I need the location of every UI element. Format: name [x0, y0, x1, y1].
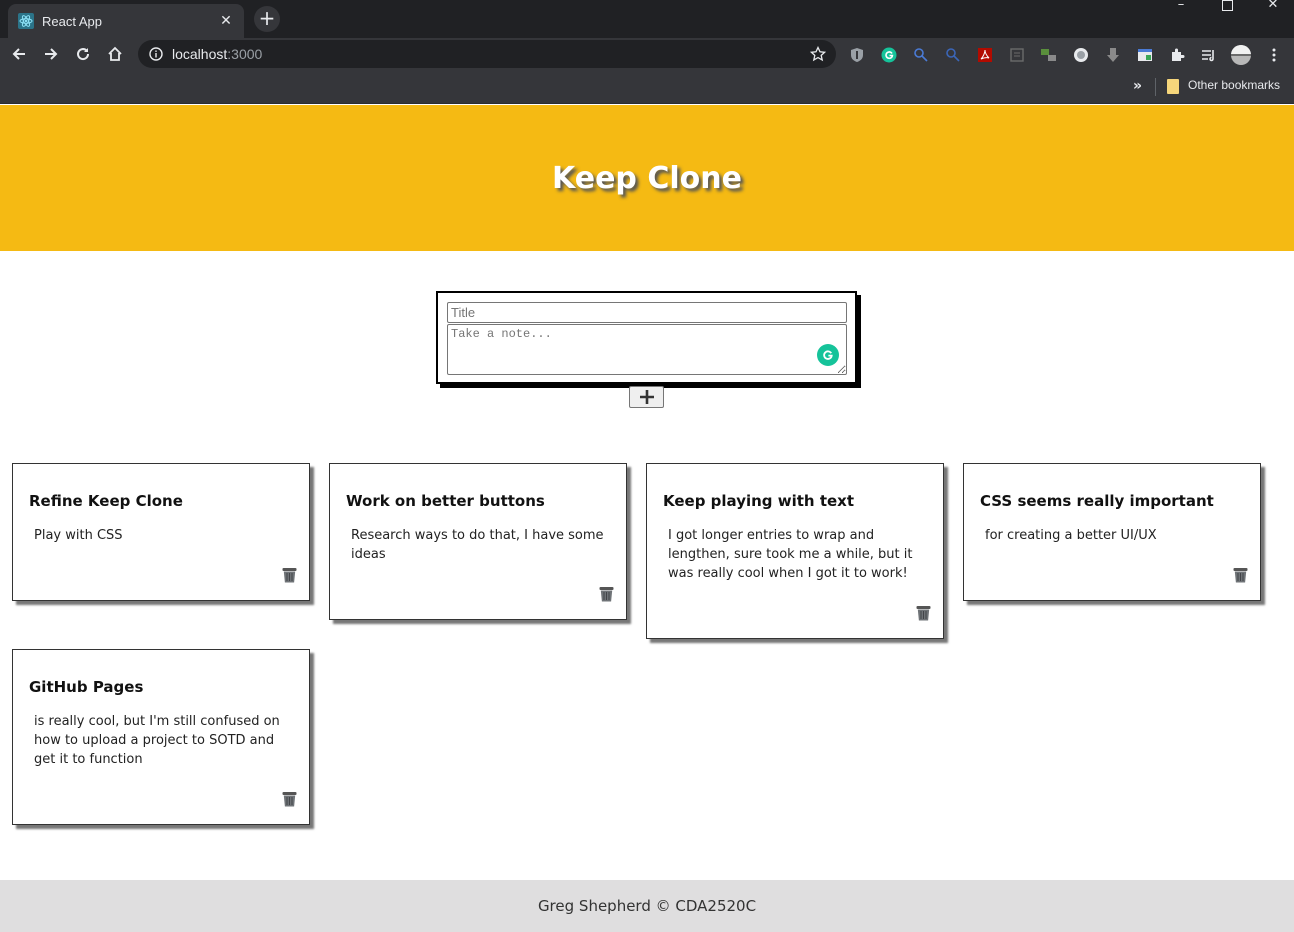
react-icon: [18, 13, 34, 29]
shield-extension-icon[interactable]: [848, 46, 866, 64]
note-card: GitHub Pages is really cool, but I'm sti…: [12, 649, 310, 825]
add-note-button[interactable]: [629, 386, 664, 408]
bookmarks-separator: [1155, 78, 1156, 96]
app-title: Keep Clone: [552, 160, 742, 196]
footer-copyright: Greg Shepherd © CDA2520C: [537, 897, 757, 915]
note-card: Work on better buttons Research ways to …: [329, 463, 627, 620]
create-note-form: [436, 291, 857, 384]
screenshot-extension-icon[interactable]: [1136, 46, 1154, 64]
note-card: Keep playing with text I got longer entr…: [646, 463, 944, 639]
app-header: Keep Clone: [0, 105, 1294, 251]
browser-toolbar: localhost:3000: [0, 38, 1294, 70]
delete-note-button[interactable]: [1232, 566, 1248, 584]
note-title: Work on better buttons: [346, 492, 545, 510]
address-host: localhost: [172, 46, 228, 62]
new-tab-button[interactable]: +: [254, 6, 280, 32]
other-bookmarks-link[interactable]: Other bookmarks: [1188, 78, 1280, 92]
grammarly-extension-icon[interactable]: [880, 46, 898, 64]
note-title: GitHub Pages: [29, 678, 144, 696]
note-content: Research ways to do that, I have some id…: [351, 528, 604, 562]
reading-list-icon[interactable]: [1200, 46, 1218, 64]
trash-icon: [599, 587, 613, 602]
note-content: for creating a better UI/UX: [985, 528, 1157, 543]
record-extension-icon[interactable]: [1072, 46, 1090, 64]
note-title: Keep playing with text: [663, 492, 855, 510]
download-extension-icon[interactable]: [1104, 46, 1122, 64]
grammarly-icon[interactable]: [817, 344, 839, 366]
trash-icon: [1233, 568, 1247, 583]
note-content: Play with CSS: [34, 528, 123, 543]
delete-note-button[interactable]: [281, 790, 297, 808]
trash-icon: [916, 606, 930, 621]
tab-close-icon[interactable]: ✕: [216, 11, 236, 31]
address-port: :3000: [227, 46, 263, 62]
note-title: Refine Keep Clone: [29, 492, 183, 510]
back-arrow-icon[interactable]: [7, 42, 31, 66]
reload-icon[interactable]: [71, 42, 95, 66]
app-footer: Greg Shepherd © CDA2520C: [0, 880, 1294, 932]
forward-arrow-icon[interactable]: [39, 42, 63, 66]
search-extension-icon[interactable]: [912, 46, 930, 64]
note-content: I got longer entries to wrap and lengthe…: [668, 528, 913, 581]
address-bar[interactable]: localhost:3000: [138, 40, 836, 68]
tab-title: React App: [42, 13, 102, 29]
folder-icon: [1167, 79, 1179, 94]
bookmarks-overflow-button[interactable]: »: [1133, 78, 1142, 94]
note-content-textarea[interactable]: [447, 324, 847, 375]
note-content: is really cool, but I'm still confused o…: [34, 714, 280, 767]
note-title: CSS seems really important: [980, 492, 1214, 510]
home-icon[interactable]: [103, 42, 127, 66]
trash-icon: [282, 568, 296, 583]
browser-menu-icon[interactable]: [1265, 46, 1283, 64]
delete-note-button[interactable]: [598, 585, 614, 603]
document-extension-icon[interactable]: [1008, 46, 1026, 64]
trash-icon: [282, 792, 296, 807]
extensions-puzzle-icon[interactable]: [1168, 46, 1186, 64]
close-window-icon[interactable]: ✕: [1253, 0, 1293, 14]
note-card: Refine Keep Clone Play with CSS: [12, 463, 310, 601]
site-info-icon[interactable]: [148, 46, 164, 62]
bookmark-star-icon[interactable]: [809, 45, 827, 62]
delete-note-button[interactable]: [281, 566, 297, 584]
note-title-input[interactable]: [447, 302, 847, 323]
plus-icon: [639, 390, 654, 404]
network-extension-icon[interactable]: [1040, 46, 1058, 64]
profile-avatar-icon[interactable]: [1230, 45, 1252, 65]
minimize-window-icon[interactable]: –: [1161, 0, 1201, 14]
note-card: CSS seems really important for creating …: [963, 463, 1261, 601]
maximize-window-icon[interactable]: [1207, 0, 1247, 14]
delete-note-button[interactable]: [915, 604, 931, 622]
pdf-extension-icon[interactable]: [976, 46, 994, 64]
bookmarks-bar: » Other bookmarks: [0, 70, 1294, 104]
browser-tabstrip: React App ✕ + – ✕: [0, 0, 1294, 38]
search-extension-2-icon[interactable]: [944, 46, 962, 64]
browser-tab[interactable]: React App ✕: [8, 4, 244, 38]
